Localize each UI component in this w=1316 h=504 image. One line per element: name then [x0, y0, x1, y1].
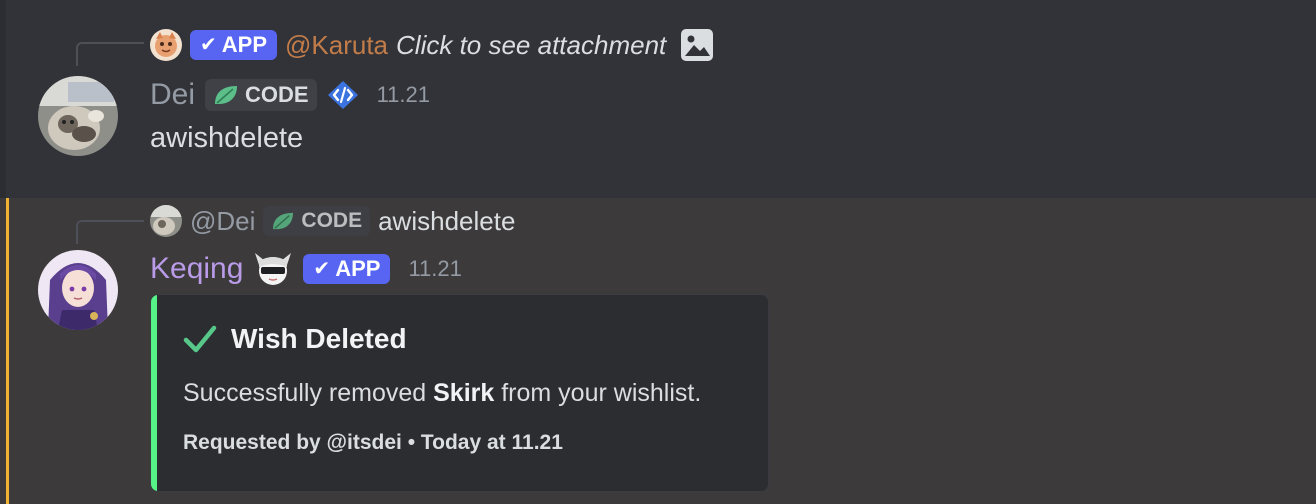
code-brackets-icon[interactable]	[327, 80, 359, 110]
check-icon: ✔	[313, 258, 331, 280]
leaf-icon	[213, 84, 239, 106]
reply-preview[interactable]: @Dei CODE awishdelete	[150, 204, 515, 238]
message-header: Dei CODE 11.21	[150, 78, 430, 112]
embed-footer: Requested by @itsdei • Today at 11.21	[183, 431, 563, 454]
avatar-dei[interactable]	[38, 76, 118, 156]
username-dei[interactable]: Dei	[150, 78, 195, 112]
avatar-keqing[interactable]	[38, 250, 118, 330]
timestamp[interactable]: 11.21	[377, 82, 430, 108]
message-content: awishdelete	[150, 122, 304, 154]
reply-preview-text[interactable]: awishdelete	[378, 206, 515, 237]
image-icon[interactable]	[680, 28, 714, 62]
mention-highlight-bar	[6, 198, 9, 504]
checkmark-icon	[183, 324, 217, 354]
message-dei[interactable]: ✔ APP @Karuta Click to see attachment De…	[6, 0, 1316, 198]
reply-preview[interactable]: ✔ APP @Karuta Click to see attachment	[150, 28, 714, 62]
timestamp[interactable]: 11.21	[408, 256, 461, 282]
reply-spine	[76, 42, 144, 66]
reply-attachment-text[interactable]: Click to see attachment	[396, 30, 666, 61]
check-icon: ✔	[200, 34, 217, 56]
username-keqing[interactable]: Keqing	[150, 252, 243, 286]
message-header: Keqing ✔ APP 11.21	[150, 252, 462, 286]
embed-description: Successfully removed Skirk from your wis…	[183, 379, 702, 407]
app-badge: ✔ APP	[303, 254, 391, 284]
reply-mention-dei[interactable]: @Dei	[190, 206, 255, 237]
reply-spine	[76, 220, 144, 244]
app-badge: ✔ APP	[190, 30, 278, 60]
leaf-icon	[271, 211, 295, 231]
embed-description-bold: Skirk	[433, 379, 495, 407]
anime-emoji-icon	[253, 251, 293, 287]
embed-accent-bar	[151, 295, 157, 491]
reply-mention-karuta[interactable]: @Karuta	[285, 30, 388, 61]
reply-avatar-dei[interactable]	[150, 205, 182, 237]
embed-title: Wish Deleted	[183, 323, 407, 355]
server-tag-code[interactable]: CODE	[205, 79, 317, 111]
chat-log: ✔ APP @Karuta Click to see attachment De…	[0, 0, 1316, 504]
embed-card: Wish Deleted Successfully removed Skirk …	[150, 294, 769, 492]
reply-avatar-karuta[interactable]	[150, 29, 182, 61]
server-tag-code[interactable]: CODE	[263, 206, 371, 236]
message-keqing[interactable]: @Dei CODE awishdelete Keqing ✔ APP 11.21…	[0, 198, 1316, 504]
